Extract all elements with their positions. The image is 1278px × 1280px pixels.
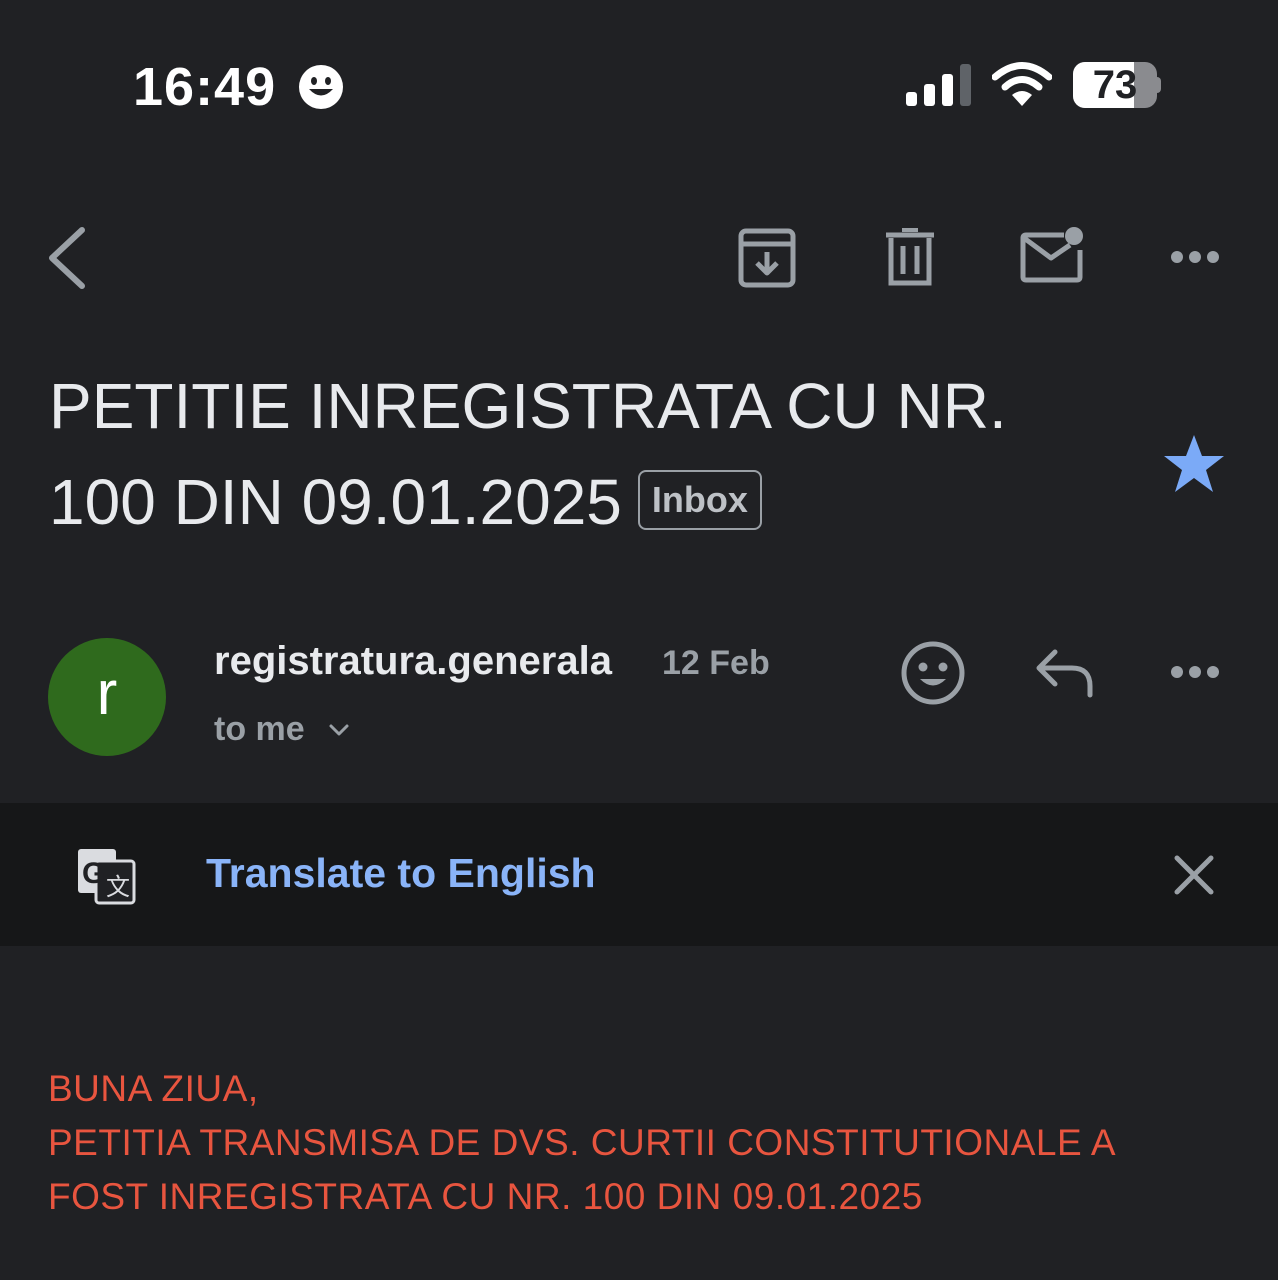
- google-translate-icon: G 文: [76, 845, 138, 912]
- body-line: FOST INREGISTRATA CU NR. 100 DIN 09.01.2…: [48, 1176, 923, 1217]
- status-time: 16:49: [133, 57, 277, 117]
- more-horizontal-icon: [1170, 251, 1220, 270]
- archive-icon: [738, 228, 796, 292]
- svg-text:G: G: [82, 857, 105, 890]
- body-line: PETITIA TRANSMISA DE DVS. CURTII CONSTIT…: [48, 1122, 1117, 1163]
- react-emoji-button[interactable]: [900, 640, 966, 711]
- message-more-button[interactable]: [1170, 663, 1220, 686]
- reply-icon: [1034, 649, 1096, 702]
- more-options-button[interactable]: [1170, 248, 1220, 271]
- close-icon: [1172, 855, 1216, 901]
- recipient-details-toggle[interactable]: to me: [214, 710, 305, 749]
- email-body: BUNA ZIUA, PETITIA TRANSMISA DE DVS. CUR…: [48, 1062, 1248, 1224]
- back-button[interactable]: [44, 226, 90, 295]
- email-subject: PETITIE INREGISTRATA CU NR. 100 DIN 09.0…: [49, 358, 1129, 550]
- sender-name[interactable]: registratura.generala: [214, 639, 612, 684]
- delete-button[interactable]: [884, 228, 936, 293]
- wifi-icon: [991, 62, 1053, 113]
- body-line-greeting: BUNA ZIUA,: [48, 1068, 259, 1109]
- sender-avatar[interactable]: r: [48, 638, 166, 756]
- trash-icon: [884, 228, 936, 292]
- archive-button[interactable]: [738, 228, 796, 293]
- mark-unread-button[interactable]: [1020, 226, 1086, 289]
- star-button[interactable]: [1162, 432, 1226, 499]
- email-date: 12 Feb: [662, 644, 770, 682]
- svg-text:文: 文: [106, 874, 130, 901]
- close-translate-button[interactable]: [1172, 853, 1216, 902]
- star-icon: [1162, 435, 1226, 498]
- chevron-left-icon: [44, 227, 90, 294]
- cellular-signal-icon: [906, 64, 972, 113]
- battery-indicator: 73: [1073, 62, 1161, 108]
- reply-button[interactable]: [1034, 648, 1096, 703]
- mail-unread-icon: [1020, 227, 1086, 288]
- subject-text: PETITIE INREGISTRATA CU NR. 100 DIN 09.0…: [49, 370, 1007, 538]
- chevron-down-icon[interactable]: [328, 722, 350, 743]
- more-horizontal-icon: [1170, 666, 1220, 685]
- battery-level: 73: [1092, 63, 1138, 107]
- translate-to-english-link[interactable]: Translate to English: [206, 850, 596, 897]
- smiley-outline-icon: [900, 641, 966, 710]
- translate-bar: [0, 803, 1278, 946]
- inbox-label-badge[interactable]: Inbox: [637, 470, 762, 530]
- smiley-icon: [298, 64, 344, 115]
